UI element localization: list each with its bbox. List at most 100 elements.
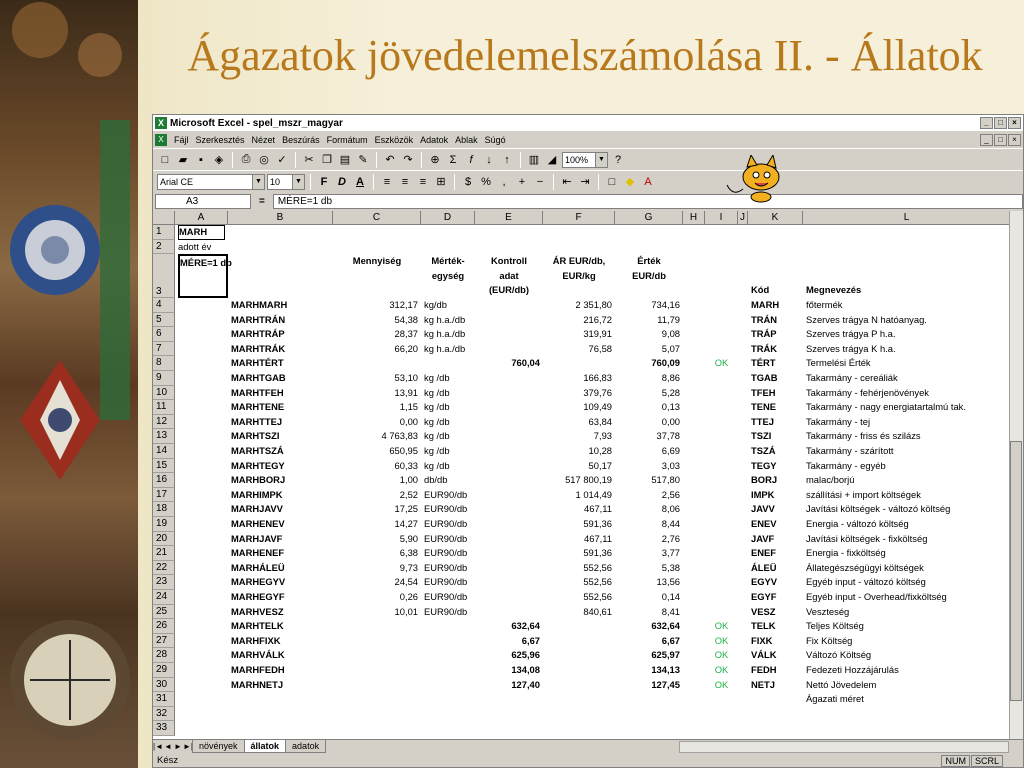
cell-b[interactable]: MARHVÁLK [231, 648, 330, 663]
cell-c[interactable]: 6,38 [336, 546, 418, 561]
select-all-corner[interactable] [153, 211, 175, 225]
cell-g[interactable]: 734,16 [618, 298, 680, 313]
cell-i[interactable]: OK [708, 663, 735, 678]
decrease-decimal-icon[interactable]: − [532, 173, 548, 191]
row-header[interactable]: 26 [153, 619, 175, 634]
cell-l[interactable]: Takarmány - friss és szilázs [806, 429, 1008, 444]
cell-b[interactable]: MARHMARH [231, 298, 330, 313]
cell-f[interactable]: EUR/kg [546, 269, 612, 284]
cell-d[interactable]: kg/db [424, 298, 472, 313]
maximize-button[interactable]: □ [994, 117, 1007, 129]
cell-b[interactable]: MARHTRÁN [231, 313, 330, 328]
menu-insert[interactable]: Beszúrás [282, 135, 320, 145]
row-header[interactable]: 20 [153, 531, 175, 547]
cell-f[interactable]: 591,36 [546, 517, 612, 532]
increase-decimal-icon[interactable]: + [514, 173, 530, 191]
cell-i[interactable]: OK [708, 356, 735, 371]
row-header[interactable]: 33 [153, 721, 175, 736]
cell-l[interactable]: Szerves trágya P h.a. [806, 327, 1008, 342]
name-box[interactable]: A3 [155, 193, 251, 209]
cell-k[interactable]: TELK [751, 619, 800, 634]
workbook-icon[interactable]: X [155, 133, 167, 146]
cell-c[interactable]: 9,73 [336, 561, 418, 576]
fill-color-icon[interactable]: ◆ [622, 173, 638, 191]
cell-d[interactable]: EUR90/db [424, 575, 472, 590]
cell-c[interactable]: 0,26 [336, 590, 418, 605]
doc-close-button[interactable]: × [1008, 133, 1021, 146]
cell-k[interactable]: IMPK [751, 488, 800, 503]
cell-c[interactable]: 24,54 [336, 575, 418, 590]
menu-data[interactable]: Adatok [420, 135, 448, 145]
print-preview-icon[interactable]: ◎ [256, 151, 272, 169]
cell-d[interactable]: kg /db [424, 429, 472, 444]
cell-b[interactable]: MARHNETJ [231, 678, 330, 693]
cell-l[interactable]: Változó Költség [806, 648, 1008, 663]
cell-e[interactable]: 625,96 [478, 648, 540, 663]
row-header[interactable]: 16 [153, 473, 175, 488]
spelling-icon[interactable]: ✓ [274, 151, 290, 169]
cell-c[interactable]: 13,91 [336, 386, 418, 401]
cell-c[interactable]: 650,95 [336, 444, 418, 459]
row-header[interactable]: 23 [153, 575, 175, 590]
cell-k[interactable]: JAVF [751, 532, 800, 547]
cell-d[interactable]: kg /db [424, 415, 472, 430]
row-header[interactable]: 11 [153, 400, 175, 415]
cell-e[interactable]: adat [478, 269, 540, 284]
cell-g[interactable]: 625,97 [618, 648, 680, 663]
row-header[interactable]: 25 [153, 604, 175, 620]
undo-icon[interactable]: ↶ [382, 151, 398, 169]
menu-tools[interactable]: Eszközök [375, 135, 414, 145]
cell-l[interactable]: Nettó Jövedelem [806, 678, 1008, 693]
italic-icon[interactable]: D [334, 173, 350, 191]
column-header-e[interactable]: E [475, 211, 543, 225]
align-right-icon[interactable]: ≡ [415, 173, 431, 191]
cell-k[interactable]: FEDH [751, 663, 800, 678]
menu-format[interactable]: Formátum [327, 135, 368, 145]
print-icon[interactable]: ⎙ [238, 151, 254, 169]
row-header[interactable]: 32 [153, 706, 175, 722]
cell-l[interactable]: Energia - fixköltség [806, 546, 1008, 561]
cell-d[interactable]: kg /db [424, 400, 472, 415]
cell-k[interactable]: TFEH [751, 386, 800, 401]
cell-l[interactable]: szállítási + import költségek [806, 488, 1008, 503]
column-header-f[interactable]: F [543, 211, 615, 225]
cell-l[interactable]: Teljes Költség [806, 619, 1008, 634]
cell-b[interactable]: MARHEGYV [231, 575, 330, 590]
cell-g[interactable]: 9,08 [618, 327, 680, 342]
cell-b[interactable]: MARHTSZI [231, 429, 330, 444]
bold-icon[interactable]: F [316, 173, 332, 191]
row-header[interactable]: 4 [153, 298, 175, 313]
row-header[interactable]: 21 [153, 546, 175, 561]
format-painter-icon[interactable]: ✎ [355, 151, 371, 169]
cell-d[interactable]: kg /db [424, 371, 472, 386]
cell-d[interactable]: egység [424, 269, 472, 284]
cell-f[interactable]: 76,58 [546, 342, 612, 357]
cell-k[interactable]: VÁLK [751, 648, 800, 663]
cell-k[interactable]: TRÁK [751, 342, 800, 357]
cell-g[interactable]: 13,56 [618, 575, 680, 590]
row-header[interactable]: 31 [153, 692, 175, 707]
cell-c[interactable]: 2,52 [336, 488, 418, 503]
cell-g[interactable]: 134,13 [618, 663, 680, 678]
cell-g[interactable]: 517,80 [618, 473, 680, 488]
formula-input[interactable]: MÉRE=1 db [272, 193, 1023, 209]
cell-l[interactable]: Takarmány - fehérjenövények [806, 386, 1008, 401]
cell-b[interactable]: MARHJAVF [231, 532, 330, 547]
cell-a[interactable]: MARH [178, 225, 225, 240]
copy-icon[interactable]: ❐ [319, 151, 335, 169]
cell-b[interactable]: MARHFEDH [231, 663, 330, 678]
minimize-button[interactable]: _ [980, 117, 993, 129]
cell-d[interactable]: db/db [424, 473, 472, 488]
increase-indent-icon[interactable]: ⇥ [577, 173, 593, 191]
cell-l[interactable]: Veszteség [806, 605, 1008, 620]
cell-c[interactable]: 14,27 [336, 517, 418, 532]
cell-k[interactable]: TENE [751, 400, 800, 415]
column-header-i[interactable]: I [705, 211, 738, 225]
cell-c[interactable]: 5,90 [336, 532, 418, 547]
cell-g[interactable]: Érték [618, 254, 680, 269]
font-name-select[interactable]: Arial CE ▼ [157, 173, 265, 190]
cell-a[interactable]: MÉRE=1 db [178, 254, 232, 298]
column-header-b[interactable]: B [228, 211, 333, 225]
cell-l[interactable]: malac/borjú [806, 473, 1008, 488]
row-header[interactable]: 29 [153, 663, 175, 678]
